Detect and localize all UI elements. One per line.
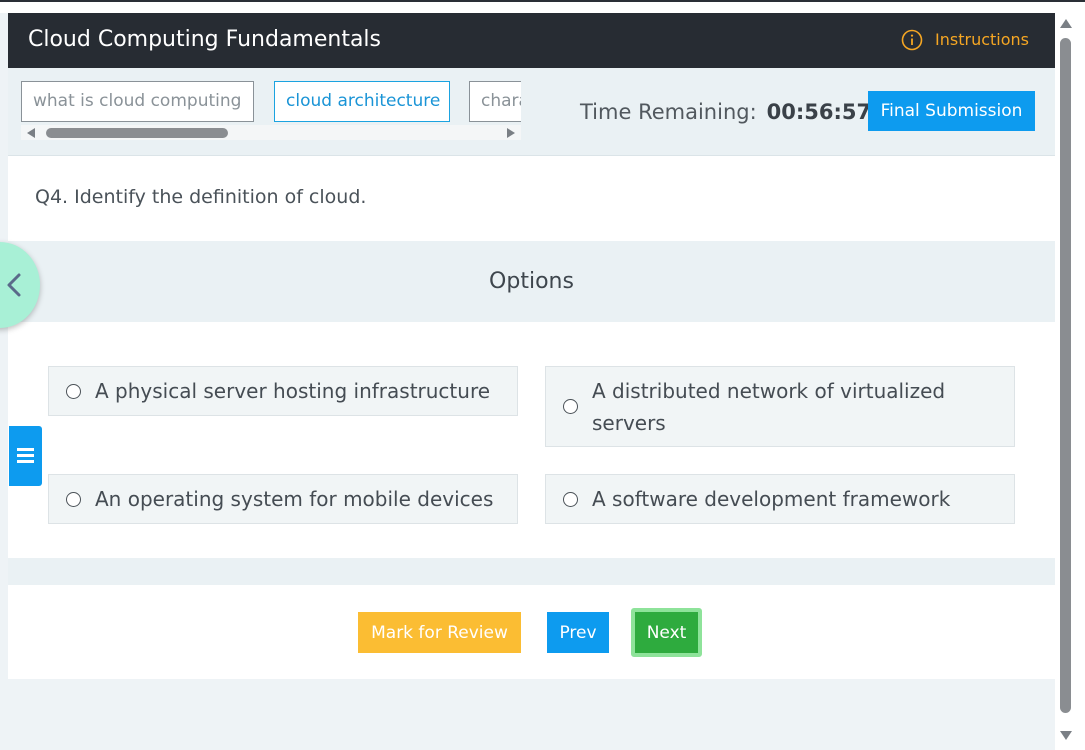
instructions-link[interactable]: Instructions [901,29,1029,51]
radio-button[interactable] [66,383,81,399]
option-4[interactable]: A software development framework [545,474,1015,524]
topic-tab-characteristics[interactable]: characteristics [469,81,521,122]
mark-for-review-button[interactable]: Mark for Review [358,612,521,653]
question-text: Q4. Identify the definition of cloud. [35,186,367,208]
prev-button[interactable]: Prev [547,612,609,653]
topic-tab-what-is-cloud-computing[interactable]: what is cloud computing [21,81,254,122]
scroll-up-icon[interactable] [1060,19,1072,28]
question-toolbar: what is cloud computing cloud architectu… [8,68,1055,156]
scroll-left-icon[interactable] [27,128,35,138]
quiz-app: Cloud Computing Fundamentals Instruction… [8,13,1055,750]
window-top-border [0,0,1085,13]
option-label: An operating system for mobile devices [95,487,494,511]
time-remaining-label: Time Remaining: [580,100,757,124]
instructions-label: Instructions [935,30,1029,49]
action-bar: Mark for Review Prev Next [8,585,1055,679]
topic-tabs-scrollbar[interactable] [21,125,521,140]
question-menu-button[interactable] [9,426,42,486]
option-label: A physical server hosting infrastructure [95,379,491,403]
option-label: A software development framework [592,487,951,511]
final-submission-button[interactable]: Final Submission [868,91,1035,131]
radio-button[interactable] [66,491,81,507]
topic-tabs-container: what is cloud computing cloud architectu… [21,81,521,141]
info-circle-icon [901,29,923,51]
scrollbar-thumb[interactable] [46,128,228,138]
scroll-right-icon[interactable] [507,128,515,138]
options-panel: A physical server hosting infrastructure… [8,322,1055,558]
options-heading: Options [8,241,1055,322]
app-header: Cloud Computing Fundamentals Instruction… [8,13,1055,68]
option-label: A distributed network of virtualized ser… [592,378,946,435]
page-scrollbar[interactable] [1055,13,1085,750]
time-remaining-value: 00:56:57 [766,100,872,124]
radio-button[interactable] [563,399,578,414]
section-divider [8,558,1055,585]
scrollbar-thumb[interactable] [1060,38,1071,713]
option-3[interactable]: An operating system for mobile devices [48,474,518,524]
radio-button[interactable] [563,491,578,507]
time-remaining: Time Remaining: 00:56:57 [580,98,871,126]
next-button[interactable]: Next [631,608,702,657]
question-panel: Q4. Identify the definition of cloud. [8,156,1055,241]
option-1[interactable]: A physical server hosting infrastructure [48,366,518,416]
hamburger-menu-icon [17,448,34,463]
scroll-down-icon[interactable] [1060,731,1072,740]
option-2[interactable]: A distributed network of virtualized ser… [545,366,1015,447]
topic-tab-cloud-architecture[interactable]: cloud architecture [274,81,450,122]
page-title: Cloud Computing Fundamentals [28,27,382,52]
chevron-left-icon [7,273,21,297]
